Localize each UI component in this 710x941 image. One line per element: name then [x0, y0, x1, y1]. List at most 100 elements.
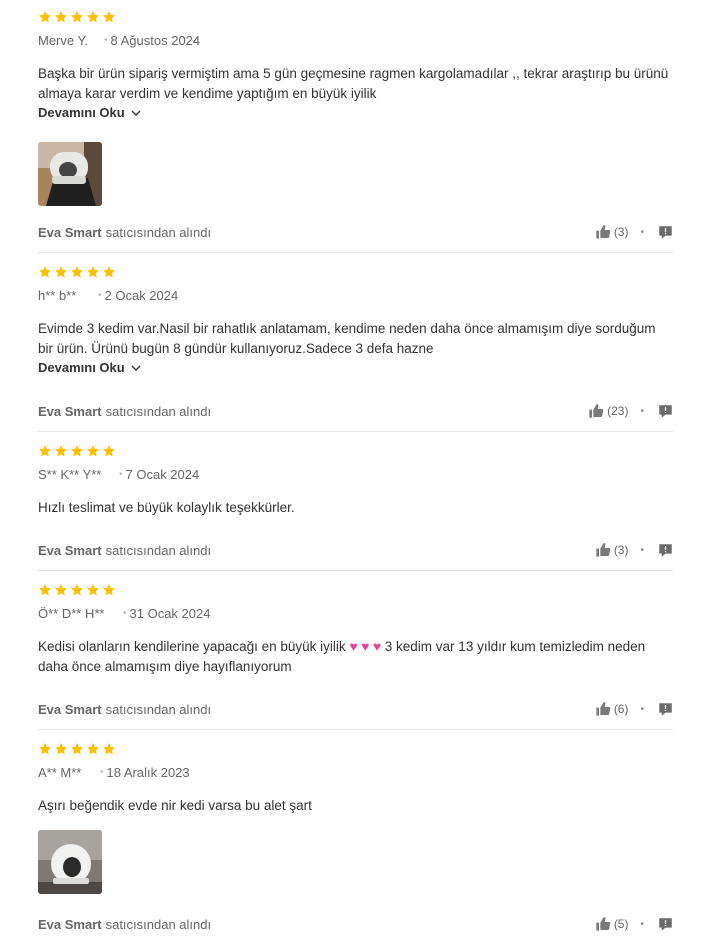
divider	[38, 252, 673, 253]
report-flag-icon[interactable]	[658, 225, 673, 240]
review-item: S** K** Y** • 7 Ocak 2024 Hızlı teslimat…	[38, 444, 673, 518]
report-flag-icon[interactable]	[658, 404, 673, 419]
divider	[38, 570, 673, 571]
read-more-button[interactable]: Devamını Oku	[38, 105, 142, 120]
seller-suffix: satıcısından alındı	[105, 701, 212, 717]
review-text: Aşırı beğendik evde nir kedi varsa bu al…	[38, 798, 312, 813]
like-count: (3)	[613, 543, 629, 557]
star-icon	[102, 265, 116, 279]
review-text: Hızlı teslimat ve büyük kolaylık teşekkü…	[38, 500, 295, 515]
thumbs-up-icon	[588, 403, 604, 419]
review-date: 2 Ocak 2024	[104, 287, 179, 303]
action-separator: •	[640, 405, 644, 417]
star-icon	[54, 10, 68, 24]
star-icon	[86, 265, 100, 279]
review-text: Evimde 3 kedim var.Nasil bir rahatlık an…	[38, 321, 656, 356]
seller-name[interactable]: Eva Smart	[38, 404, 102, 419]
review-footer: Eva Smart satıcısından alındı (6) •	[38, 699, 673, 719]
review-photo[interactable]	[38, 142, 102, 206]
star-rating	[38, 265, 673, 281]
chevron-down-icon	[130, 107, 142, 119]
like-count: (6)	[613, 702, 629, 716]
seller-suffix: satıcısından alındı	[105, 403, 212, 419]
read-more-label: Devamını Oku	[38, 105, 125, 120]
star-icon	[38, 265, 52, 279]
read-more-label: Devamını Oku	[38, 360, 125, 375]
star-icon	[102, 583, 116, 597]
star-rating	[38, 10, 673, 26]
seller-name[interactable]: Eva Smart	[38, 917, 102, 932]
action-separator: •	[640, 226, 644, 238]
meta-separator: •	[123, 607, 127, 619]
star-icon	[102, 742, 116, 756]
star-icon	[38, 10, 52, 24]
like-count: (3)	[613, 225, 629, 239]
star-icon	[54, 742, 68, 756]
review-author: Ö** D** H**	[38, 605, 105, 621]
thumbs-up-icon	[595, 224, 611, 240]
like-button[interactable]: (3)	[595, 224, 629, 240]
review-footer: Eva Smart satıcısından alındı (5) •	[38, 914, 673, 934]
star-icon	[70, 583, 84, 597]
review-footer: Eva Smart satıcısından alındı (23) •	[38, 401, 673, 421]
report-flag-icon[interactable]	[658, 702, 673, 717]
review-author: S** K** Y**	[38, 466, 102, 482]
meta-separator: •	[119, 468, 123, 480]
seller-name[interactable]: Eva Smart	[38, 543, 102, 558]
star-icon	[54, 265, 68, 279]
star-icon	[38, 583, 52, 597]
review-text: Başka bir ürün sipariş vermiştim ama 5 g…	[38, 66, 669, 101]
like-button[interactable]: (3)	[595, 542, 629, 558]
report-flag-icon[interactable]	[658, 917, 673, 932]
seller-name[interactable]: Eva Smart	[38, 225, 102, 240]
thumbs-up-icon	[595, 542, 611, 558]
star-rating	[38, 742, 673, 758]
review-author: h** b**	[38, 287, 77, 303]
star-icon	[86, 10, 100, 24]
review-author: Merve Y.	[38, 32, 89, 48]
read-more-button[interactable]: Devamını Oku	[38, 360, 142, 375]
thumbs-up-icon	[595, 916, 611, 932]
meta-separator: •	[100, 766, 104, 778]
like-button[interactable]: (23)	[588, 403, 628, 419]
star-icon	[102, 10, 116, 24]
seller-suffix: satıcısından alındı	[105, 542, 212, 558]
litter-box-photo	[38, 830, 102, 894]
review-item: Merve Y. • 8 Ağustos 2024 Başka bir ürün…	[38, 10, 673, 206]
action-separator: •	[640, 544, 644, 556]
star-icon	[54, 444, 68, 458]
review-item: A** M** • 18 Aralık 2023 Aşırı beğendik …	[38, 742, 673, 894]
seller-suffix: satıcısından alındı	[105, 224, 212, 240]
star-icon	[54, 583, 68, 597]
seller-name[interactable]: Eva Smart	[38, 702, 102, 717]
star-icon	[70, 10, 84, 24]
like-button[interactable]: (6)	[595, 701, 629, 717]
like-count: (5)	[613, 917, 629, 931]
review-author: A** M**	[38, 764, 82, 780]
star-icon	[38, 444, 52, 458]
like-button[interactable]: (5)	[595, 916, 629, 932]
meta-separator: •	[98, 289, 102, 301]
star-icon	[38, 742, 52, 756]
star-icon	[86, 742, 100, 756]
review-item: Ö** D** H** • 31 Ocak 2024 Kedisi olanla…	[38, 583, 673, 677]
star-icon	[70, 265, 84, 279]
star-rating	[38, 583, 673, 599]
review-date: 18 Aralık 2023	[106, 764, 190, 780]
review-photo[interactable]	[38, 830, 102, 894]
review-date: 7 Ocak 2024	[125, 466, 200, 482]
review-footer: Eva Smart satıcısından alındı (3) •	[38, 222, 673, 242]
litter-box-photo	[38, 142, 102, 206]
seller-suffix: satıcısından alındı	[105, 916, 212, 932]
review-text: Kedisi olanların kendilerine yapacağı en…	[38, 637, 673, 677]
report-flag-icon[interactable]	[658, 543, 673, 558]
chevron-down-icon	[130, 362, 142, 374]
star-rating	[38, 444, 673, 460]
divider	[38, 729, 673, 730]
heart-emoji-icon: ♥ ♥ ♥	[349, 639, 382, 654]
star-icon	[70, 444, 84, 458]
thumbs-up-icon	[595, 701, 611, 717]
action-separator: •	[640, 703, 644, 715]
divider	[38, 431, 673, 432]
review-text-part: Kedisi olanların kendilerine yapacağı en…	[38, 639, 346, 654]
